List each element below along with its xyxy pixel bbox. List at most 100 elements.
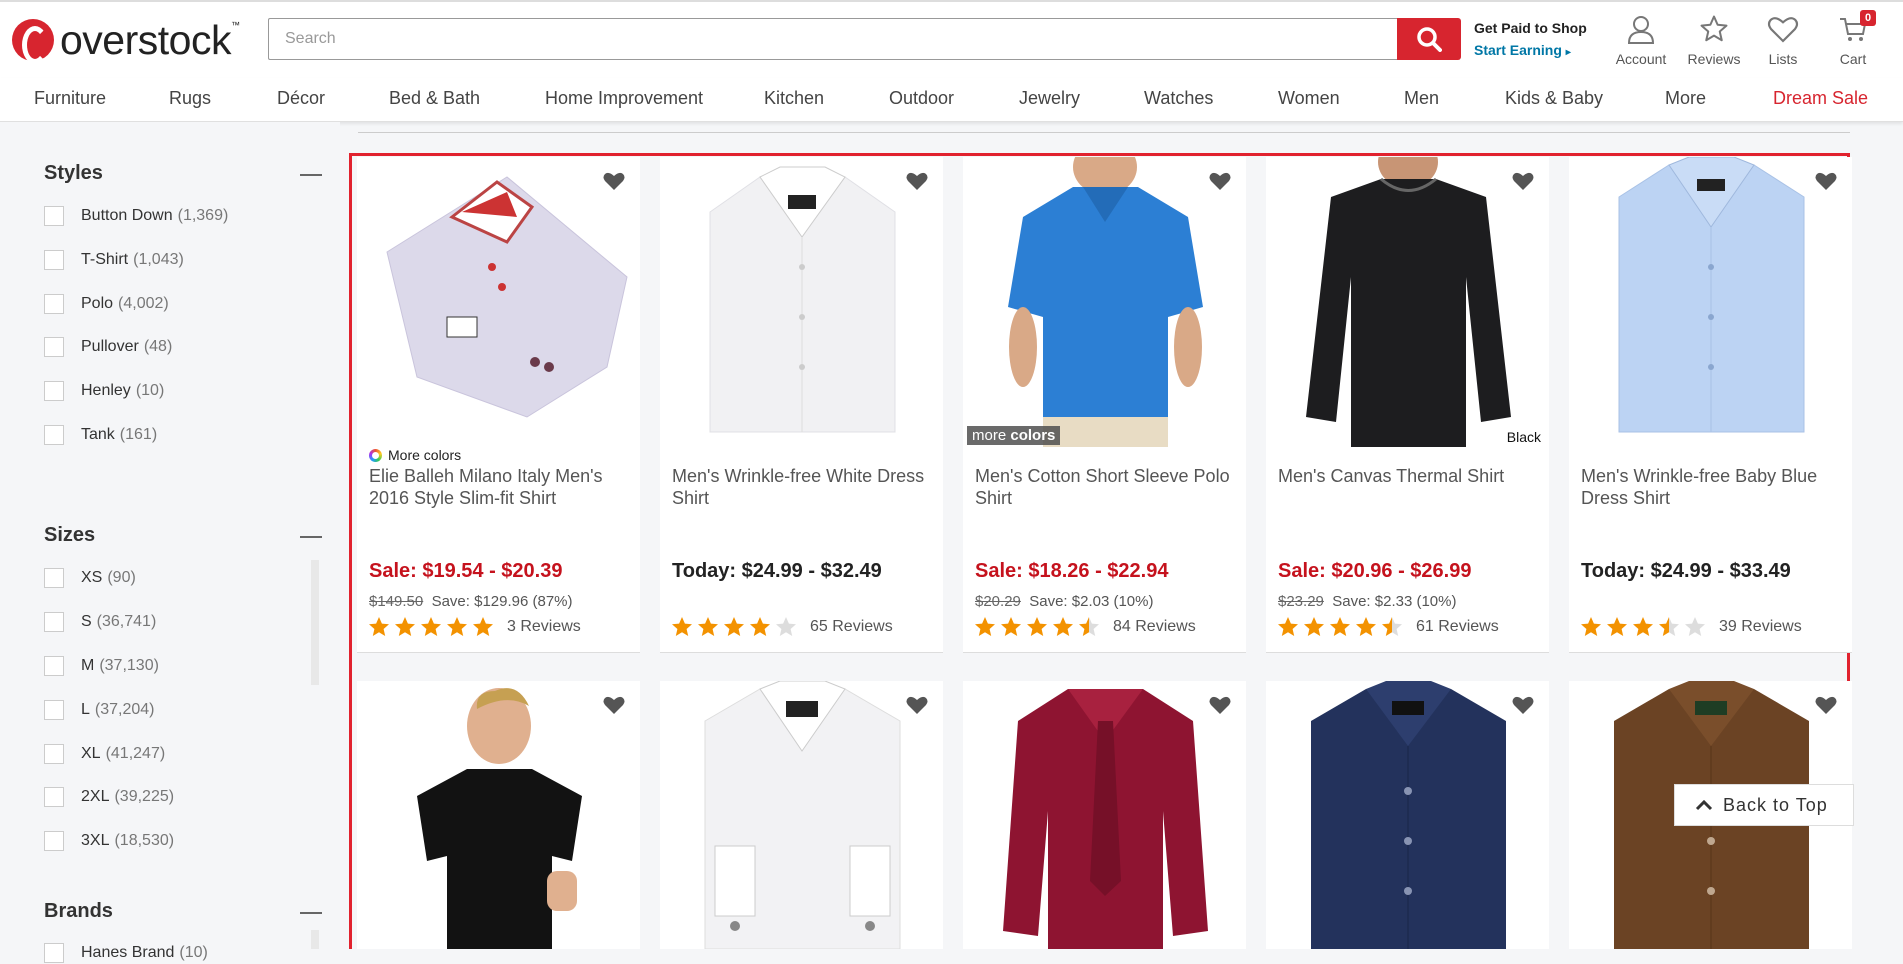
lists-button[interactable]: Lists (1748, 14, 1818, 67)
product-card[interactable]: more colors Men's Cotton Short Sleeve Po… (963, 157, 1246, 653)
sizes-filter-title: Sizes (44, 524, 96, 546)
style-option-tank[interactable]: Tank (161) (44, 424, 157, 446)
nav-kitchen[interactable]: Kitchen (764, 78, 824, 122)
nav-bed-bath[interactable]: Bed & Bath (389, 78, 480, 122)
nav-more[interactable]: More (1665, 78, 1706, 122)
favorite-heart-icon[interactable] (1814, 170, 1838, 192)
style-option-t-shirt[interactable]: T-Shirt (1,043) (44, 249, 184, 271)
product-card[interactable]: Men's Wrinkle-free Baby Blue Dress Shirt… (1569, 157, 1852, 653)
favorite-heart-icon[interactable] (602, 694, 626, 716)
product-card[interactable] (963, 681, 1246, 949)
get-paid-promo[interactable]: Get Paid to Shop Start Earning ▸ (1474, 20, 1614, 58)
favorite-heart-icon[interactable] (905, 694, 929, 716)
rating-stars[interactable]: 65 Reviews (670, 615, 893, 639)
product-card[interactable]: Black Men's Canvas Thermal Shirt Sale: $… (1266, 157, 1549, 653)
style-option-button-down[interactable]: Button Down (1,369) (44, 205, 228, 227)
product-card[interactable] (1266, 681, 1549, 949)
product-image[interactable] (1569, 157, 1852, 447)
product-name[interactable]: Men's Canvas Thermal Shirt (1278, 465, 1540, 487)
more-colors-link[interactable]: More colors (369, 447, 461, 463)
favorite-heart-icon[interactable] (602, 170, 626, 192)
product-card[interactable]: More colors Elie Balleh Milano Italy Men… (357, 157, 640, 653)
product-card[interactable] (357, 681, 640, 949)
overstock-logo[interactable]: overstock ™ (12, 16, 252, 64)
brands-collapse-icon[interactable] (300, 912, 322, 914)
favorite-heart-icon[interactable] (1208, 170, 1232, 192)
checkbox[interactable] (44, 787, 64, 807)
checkbox[interactable] (44, 612, 64, 632)
favorite-heart-icon[interactable] (1511, 694, 1535, 716)
start-earning-link[interactable]: Start Earning ▸ (1474, 42, 1614, 58)
favorite-heart-icon[interactable] (905, 170, 929, 192)
product-image[interactable] (963, 681, 1246, 949)
product-image[interactable]: Black (1266, 157, 1549, 447)
checkbox[interactable] (44, 250, 64, 270)
checkbox[interactable] (44, 206, 64, 226)
size-option-3xl[interactable]: 3XL (18,530) (44, 830, 174, 852)
product-image[interactable]: more colors (963, 157, 1246, 447)
back-to-top-button[interactable]: Back to Top (1674, 784, 1854, 826)
checkbox[interactable] (44, 568, 64, 588)
rating-stars[interactable]: 84 Reviews (973, 615, 1196, 639)
nav-kids-baby[interactable]: Kids & Baby (1505, 78, 1603, 122)
nav-decor[interactable]: Décor (277, 78, 325, 122)
product-card[interactable]: Men's Wrinkle-free White Dress Shirt Tod… (660, 157, 943, 653)
nav-women[interactable]: Women (1278, 78, 1340, 122)
checkbox[interactable] (44, 943, 64, 963)
rating-stars[interactable]: 3 Reviews (367, 615, 581, 639)
favorite-heart-icon[interactable] (1814, 694, 1838, 716)
nav-home-improvement[interactable]: Home Improvement (545, 78, 703, 122)
product-image[interactable] (357, 681, 640, 949)
checkbox[interactable] (44, 294, 64, 314)
nav-dream-sale[interactable]: Dream Sale (1773, 78, 1868, 122)
product-name[interactable]: Men's Cotton Short Sleeve Polo Shirt (975, 465, 1237, 509)
product-image[interactable] (1266, 681, 1549, 949)
product-name[interactable]: Men's Wrinkle-free Baby Blue Dress Shirt (1581, 465, 1843, 509)
checkbox[interactable] (44, 656, 64, 676)
cart-button[interactable]: 0 Cart (1818, 10, 1888, 67)
search-button[interactable] (1397, 18, 1461, 60)
favorite-heart-icon[interactable] (1511, 170, 1535, 192)
checkbox[interactable] (44, 831, 64, 851)
size-option-2xl[interactable]: 2XL (39,225) (44, 786, 174, 808)
product-image[interactable] (357, 157, 640, 447)
product-price: Sale: $20.96 - $26.99 (1278, 560, 1472, 582)
nav-watches[interactable]: Watches (1144, 78, 1213, 122)
rating-stars[interactable]: 39 Reviews (1579, 615, 1802, 639)
size-option-xl[interactable]: XL (41,247) (44, 743, 165, 765)
styles-collapse-icon[interactable] (300, 174, 322, 176)
size-option-l[interactable]: L (37,204) (44, 699, 155, 721)
reviews-button[interactable]: Reviews (1679, 14, 1749, 67)
sizes-scrollbar[interactable] (311, 560, 319, 685)
style-option-pullover[interactable]: Pullover (48) (44, 336, 172, 358)
size-option-s[interactable]: S (36,741) (44, 611, 156, 633)
option-count: (90) (107, 569, 136, 586)
rating-stars[interactable]: 61 Reviews (1276, 615, 1499, 639)
checkbox[interactable] (44, 425, 64, 445)
product-image[interactable] (660, 157, 943, 447)
nav-furniture[interactable]: Furniture (34, 78, 106, 122)
style-option-polo[interactable]: Polo (4,002) (44, 293, 169, 315)
product-name[interactable]: Elie Balleh Milano Italy Men's 2016 Styl… (369, 465, 631, 509)
brand-option-hanes[interactable]: Hanes Brand (10) (44, 942, 208, 964)
brands-scrollbar[interactable] (311, 930, 319, 949)
sizes-collapse-icon[interactable] (300, 536, 322, 538)
nav-jewelry[interactable]: Jewelry (1019, 78, 1080, 122)
favorite-heart-icon[interactable] (1208, 694, 1232, 716)
product-image[interactable] (660, 681, 943, 949)
account-button[interactable]: Account (1606, 14, 1676, 67)
search-input[interactable] (269, 19, 1398, 59)
product-name[interactable]: Men's Wrinkle-free White Dress Shirt (672, 465, 934, 509)
checkbox[interactable] (44, 337, 64, 357)
checkbox[interactable] (44, 381, 64, 401)
size-option-m[interactable]: M (37,130) (44, 655, 159, 677)
checkbox[interactable] (44, 700, 64, 720)
style-option-henley[interactable]: Henley (10) (44, 380, 164, 402)
product-card[interactable] (660, 681, 943, 949)
nav-rugs[interactable]: Rugs (169, 78, 211, 122)
size-option-xs[interactable]: XS (90) (44, 567, 136, 589)
rating-star-icon (1581, 617, 1601, 636)
nav-outdoor[interactable]: Outdoor (889, 78, 954, 122)
checkbox[interactable] (44, 744, 64, 764)
nav-men[interactable]: Men (1404, 78, 1439, 122)
